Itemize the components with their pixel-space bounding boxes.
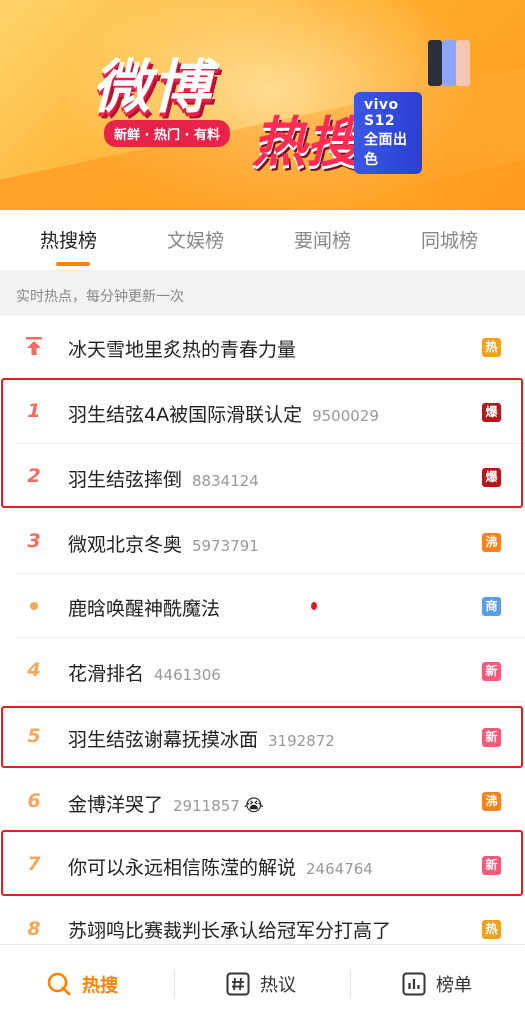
hashtag-icon [226,972,250,1001]
new-badge: 新 [482,662,501,681]
heat-count: 4461306 [154,666,221,684]
list-item-title: 微观北京冬奥 5973791 [68,530,259,557]
list-item[interactable]: 4 花滑排名 4461306 新 [0,638,525,702]
ranking-tabs: 热搜榜 文娱榜 要闻榜 同城榜 [0,210,525,270]
highlight-box [1,706,523,768]
rank-number: 8 [27,918,41,940]
nav-discussion[interactable]: 热议 [226,971,296,1001]
pinned-arrow-icon [20,336,48,361]
heat-count: 2911857 [173,797,240,815]
hot-search-icon [46,971,72,1002]
subheader-text: 实时热点，每分钟更新一次 [16,289,184,305]
rank-number: 6 [27,790,41,812]
row-divider [16,701,525,702]
bottom-nav: 热搜 热议 榜单 [0,944,525,1025]
ad-dot-icon [20,594,48,623]
commercial-badge: 商 [482,597,501,616]
realtime-subheader: 实时热点，每分钟更新一次 [0,270,525,316]
title-text: 花滑排名 [68,663,145,685]
nav-hot-search-label: 热搜 [82,975,118,997]
hot-badge: 热 [482,920,501,939]
list-item-pinned[interactable]: 冰天雪地里炙热的青春力量 热 [0,316,525,380]
boiling-badge: 沸 [482,533,501,552]
highlight-box [1,830,523,896]
nav-rankings-label: 榜单 [436,975,472,996]
banner-slogan: 新鲜 · 热门 · 有料 [104,120,230,147]
nav-hot-search[interactable]: 热搜 [46,971,118,1002]
tab-local[interactable]: 同城榜 [421,226,478,253]
tab-hot-search[interactable]: 热搜榜 [40,226,97,253]
phones-icon [428,40,476,88]
list-item-title: 冰天雪地里炙热的青春力量 [68,339,297,361]
list-item-title: 鹿晗唤醒神酰魔法 [68,594,220,621]
list-item-title: 苏翊鸣比赛裁判长承认给冠军分打高了 [68,916,391,943]
list-item-title: 花滑排名 4461306 [68,659,221,686]
title-text: 鹿晗唤醒神酰魔法 [68,598,221,620]
logo-top-text: 微博 [92,53,213,121]
tab-news[interactable]: 要闻榜 [294,226,351,253]
nav-discussion-label: 热议 [260,975,296,996]
nav-separator [350,971,351,997]
weibo-hot-search-logo: 微博 热搜 新鲜 · 热门 · 有料 vivo S12 全面出色 [92,40,422,174]
crying-emoji-icon: 😭 [243,796,264,816]
nav-rankings[interactable]: 榜单 [402,971,472,1001]
hot-badge: 热 [482,338,501,357]
title-text: 苏翊鸣比赛裁判长承认给冠军分打高了 [68,920,392,942]
list-item[interactable]: 3 微观北京冬奥 5973791 沸 [0,510,525,574]
tab-entertainment[interactable]: 文娱榜 [167,226,224,253]
list-item[interactable]: 6 金博洋哭了 2911857 😭 沸 [0,768,525,832]
logo-bottom-text: 热搜 [252,111,360,174]
boiling-badge: 沸 [482,792,501,811]
red-dot-icon [311,602,317,610]
ad-tag: vivo S12 全面出色 [354,92,422,174]
highlight-box [1,378,523,508]
heat-count: 5973791 [192,537,259,555]
nav-separator [174,971,175,997]
list-item[interactable]: 8 苏翊鸣比赛裁判长承认给冠军分打高了 热 [0,896,525,944]
title-text: 微观北京冬奥 [68,534,183,556]
active-tab-indicator [56,262,90,266]
weibo-hot-search-banner[interactable]: 微博 热搜 新鲜 · 热门 · 有料 vivo S12 全面出色 [0,0,525,210]
rank-number: 3 [27,530,41,552]
list-item-title: 金博洋哭了 2911857 😭 [68,790,264,817]
rank-number: 4 [27,659,41,681]
list-item-ad[interactable]: 鹿晗唤醒神酰魔法 商 [0,574,525,638]
title-text: 金博洋哭了 [68,794,164,816]
chart-list-icon [402,972,426,1001]
